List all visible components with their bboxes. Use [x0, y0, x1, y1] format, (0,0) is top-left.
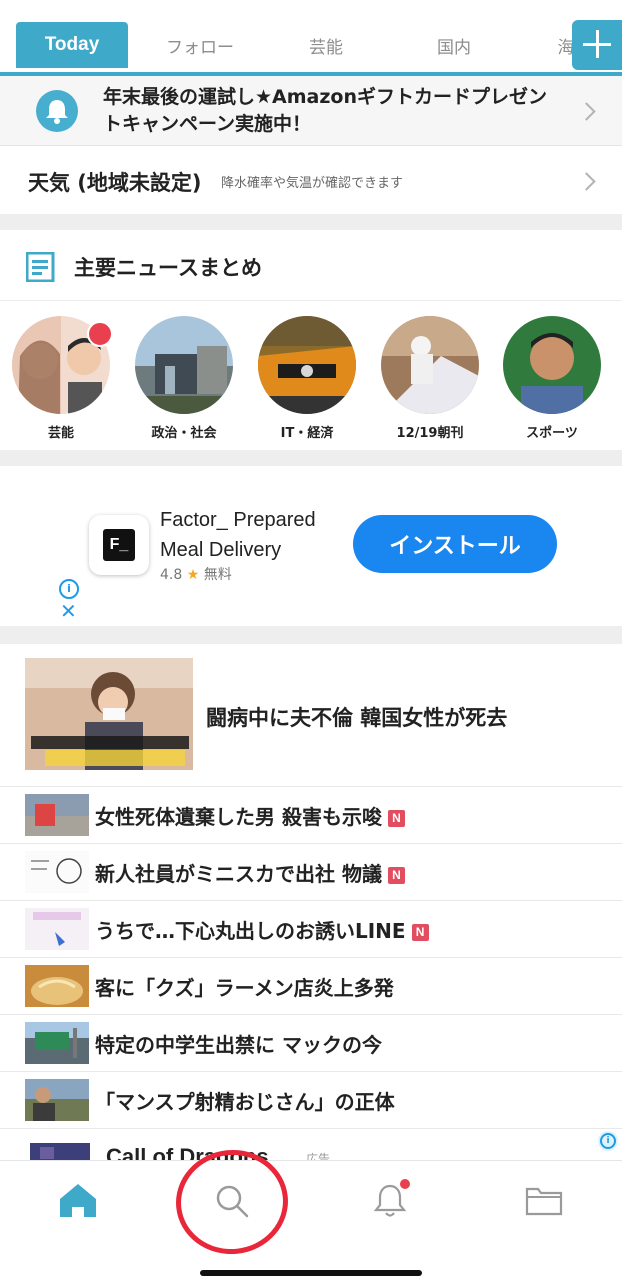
new-badge: N [387, 810, 405, 827]
folder-icon [525, 1187, 563, 1216]
nav-folder[interactable] [504, 1175, 584, 1225]
new-badge: N [387, 867, 405, 884]
news-title: 新人社員がミニスカで出社 物議 N [95, 858, 405, 887]
nav-notifications[interactable] [350, 1175, 430, 1225]
category-label: 政治・社会 [151, 426, 217, 441]
news-item[interactable]: うちで…下心丸出しのお誘いLINE N [0, 900, 622, 958]
install-button[interactable]: インストール [353, 515, 557, 573]
news-title: 特定の中学生出禁に マックの今 [95, 1033, 382, 1057]
news-title: 客に「クズ」ラーメン店炎上多発 [95, 976, 394, 1000]
chevron-right-icon [577, 172, 596, 191]
ad-info-icon[interactable]: i [598, 1131, 618, 1151]
news-title: うちで…下心丸出しのお誘いLINE N [95, 915, 429, 944]
category-tab-bar: Today フォロー 芸能 国内 海 [0, 0, 622, 76]
section-divider [0, 450, 622, 466]
category-it-economy-thumb[interactable] [258, 316, 356, 414]
news-thumbnail [25, 908, 89, 950]
ad-app-name[interactable]: Factor_ Prepared Meal Delivery [160, 505, 350, 565]
news-title: 闘病中に夫不倫 韓国女性が死去 [206, 706, 508, 730]
bell-icon [373, 1179, 410, 1217]
news-item[interactable]: 「マンスプ射精おじさん」の正体 [0, 1071, 622, 1129]
notice-text: 年末最後の運試し★Amazonギフトカードプレゼントキャンペーン実施中！ [103, 86, 547, 135]
app-icon[interactable]: F_ [89, 515, 149, 575]
category-politics-thumb[interactable] [135, 316, 233, 414]
section-divider [0, 626, 622, 644]
summary-title: 主要ニュースまとめ [74, 256, 262, 280]
home-indicator [200, 1270, 422, 1276]
featured-news-item[interactable]: 闘病中に夫不倫 韓国女性が死去 [0, 644, 622, 787]
ad-rating: 4.8 ★ 無料 [160, 567, 232, 583]
weather-row[interactable]: 天気 (地域未設定) 降水確率や気温が確認できます [0, 146, 622, 214]
news-title: 女性死体遺棄した男 殺害も示唆 N [95, 801, 405, 830]
category-morning-edition-thumb[interactable] [381, 316, 479, 414]
summary-header: 主要ニュースまとめ [0, 232, 622, 301]
category-label: 12/19朝刊 [396, 426, 464, 441]
news-thumbnail [25, 794, 89, 836]
ad-info-icon[interactable]: i [59, 579, 79, 599]
new-badge: N [411, 924, 429, 941]
news-item[interactable]: 客に「クズ」ラーメン店炎上多発 [0, 957, 622, 1015]
news-thumbnail [25, 658, 193, 770]
news-thumbnail [25, 965, 89, 1007]
sponsored-news-item[interactable]: Call of Dragons 広告 [0, 1135, 622, 1161]
category-label: スポーツ [526, 426, 578, 441]
category-label: 芸能 [47, 426, 74, 441]
home-icon [60, 1184, 96, 1217]
news-item[interactable]: 女性死体遺棄した男 殺害も示唆 N [0, 786, 622, 844]
add-tab-button[interactable] [572, 20, 622, 70]
news-list-icon [26, 252, 55, 282]
news-thumbnail [30, 1143, 90, 1161]
news-thumbnail [25, 1022, 89, 1064]
bottom-navigation [0, 1160, 622, 1281]
app-install-ad: F_ Factor_ Prepared Meal Delivery 4.8 ★ … [0, 468, 622, 626]
tab-domestic[interactable]: 国内 [398, 22, 510, 68]
category-sports-thumb[interactable] [503, 316, 601, 414]
category-label: IT・経済 [280, 426, 334, 441]
summary-categories: 芸能 政治・社会 IT・経済 12/19朝刊 スポーツ [0, 300, 622, 450]
news-item[interactable]: 特定の中学生出禁に マックの今 [0, 1014, 622, 1072]
tab-follow[interactable]: フォロー [144, 22, 256, 68]
news-thumbnail [25, 851, 89, 893]
tab-today[interactable]: Today [16, 22, 128, 68]
nav-home[interactable] [38, 1175, 118, 1225]
news-title: 「マンスプ射精おじさん」の正体 [95, 1090, 395, 1114]
star-icon: ★ [186, 567, 200, 583]
campaign-notice[interactable]: 年末最後の運試し★Amazonギフトカードプレゼントキャンペーン実施中！ [0, 76, 622, 146]
news-item[interactable]: 新人社員がミニスカで出社 物議 N [0, 843, 622, 901]
news-thumbnail [25, 1079, 89, 1121]
weather-title: 天気 (地域未設定) [28, 171, 202, 195]
bell-icon [36, 90, 78, 132]
weather-subtitle: 降水確率や気温が確認できます [221, 176, 404, 191]
ad-close-icon[interactable]: ✕ [60, 601, 77, 621]
unread-dot [87, 321, 113, 347]
chevron-right-icon [577, 102, 596, 121]
tab-entertainment[interactable]: 芸能 [270, 22, 382, 68]
section-divider [0, 214, 622, 230]
